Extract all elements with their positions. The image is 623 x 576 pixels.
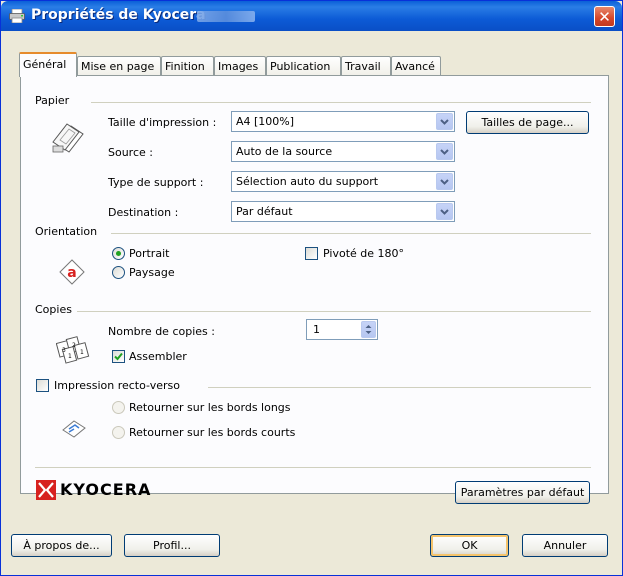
portrait-label[interactable]: Portrait xyxy=(129,247,169,260)
paper-group-label: Papier xyxy=(35,94,74,107)
duplex-label[interactable]: Impression recto-verso xyxy=(54,379,180,392)
chevron-down-icon[interactable] xyxy=(436,143,453,160)
title-bar[interactable]: Propriétés de Kyocera ✕ xyxy=(1,1,622,31)
tab-job[interactable]: Travail xyxy=(341,56,391,76)
short-edge-radio[interactable] xyxy=(112,426,125,439)
collate-label[interactable]: Assembler xyxy=(129,350,187,363)
orientation-group-label: Orientation xyxy=(35,225,102,238)
profile-button[interactable]: Profil... xyxy=(124,534,220,557)
properties-window: Propriétés de Kyocera ✕ Général Mise en … xyxy=(0,0,623,576)
printer-icon xyxy=(9,8,25,24)
rotate-180-label[interactable]: Pivoté de 180° xyxy=(323,247,404,260)
tab-layout[interactable]: Mise en page xyxy=(77,56,161,76)
copies-group-label: Copies xyxy=(35,303,76,316)
tab-advanced[interactable]: Avancé xyxy=(391,56,441,76)
tab-general[interactable]: Général xyxy=(19,52,77,77)
cancel-button[interactable]: Annuler xyxy=(522,534,608,557)
close-icon: ✕ xyxy=(598,8,611,26)
kyocera-logo xyxy=(36,480,56,503)
footer-divider xyxy=(35,467,591,468)
page-sizes-button[interactable]: Tailles de page... xyxy=(466,111,589,134)
landscape-label[interactable]: Paysage xyxy=(129,266,175,279)
duplex-group-line xyxy=(208,387,591,388)
media-type-select[interactable]: Sélection auto du support xyxy=(231,171,455,192)
paper-icon xyxy=(51,120,89,157)
paper-size-select[interactable]: A4 [100%] xyxy=(231,111,455,132)
svg-text:1: 1 xyxy=(80,349,84,356)
spinner-arrows[interactable] xyxy=(361,321,376,338)
tab-publishing[interactable]: Publication xyxy=(266,56,341,76)
destination-label: Destination : xyxy=(108,206,179,219)
short-edge-label[interactable]: Retourner sur les bords courts xyxy=(129,426,295,439)
tab-images[interactable]: Images xyxy=(214,56,266,76)
paper-size-label: Taille d'impression : xyxy=(108,116,217,129)
kyocera-logo-text: KYOCERA xyxy=(60,480,152,499)
media-type-label: Type de support : xyxy=(108,176,204,189)
copies-count-label: Nombre de copies : xyxy=(108,325,215,338)
chevron-down-icon[interactable] xyxy=(436,113,453,130)
tab-finishing[interactable]: Finition xyxy=(161,56,214,76)
chevron-down-icon[interactable] xyxy=(436,173,453,190)
about-button[interactable]: À propos de... xyxy=(11,534,112,557)
copies-count-value[interactable]: 1 xyxy=(313,323,320,336)
destination-select[interactable]: Par défaut xyxy=(231,201,455,222)
orientation-group-line xyxy=(111,233,591,234)
svg-text:3: 3 xyxy=(62,347,66,354)
close-button[interactable]: ✕ xyxy=(594,6,615,27)
source-select[interactable]: Auto de la source xyxy=(231,141,455,162)
tab-panel-general xyxy=(20,75,609,494)
copies-group-line xyxy=(77,311,591,312)
svg-text:2: 2 xyxy=(72,342,76,349)
rotate-180-checkbox[interactable] xyxy=(305,247,318,260)
source-label: Source : xyxy=(108,146,153,159)
svg-text:a: a xyxy=(67,265,76,281)
collate-checkbox[interactable] xyxy=(112,350,125,363)
long-edge-radio[interactable] xyxy=(112,401,125,414)
portrait-orientation-icon: a xyxy=(57,257,87,290)
redacted-model-name xyxy=(197,11,255,22)
long-edge-label[interactable]: Retourner sur les bords longs xyxy=(129,401,291,414)
duplex-checkbox[interactable] xyxy=(36,379,49,392)
chevron-down-icon[interactable] xyxy=(436,203,453,220)
copies-count-spinner[interactable]: 1 xyxy=(306,319,378,340)
duplex-icon xyxy=(61,418,87,443)
portrait-radio[interactable] xyxy=(112,247,125,260)
restore-defaults-button[interactable]: Paramètres par défaut xyxy=(455,481,590,504)
window-title: Propriétés de Kyocera xyxy=(31,7,206,23)
collate-icon: 3 2 1 1 xyxy=(55,334,96,369)
ok-button[interactable]: OK xyxy=(430,534,509,557)
paper-group-line xyxy=(91,102,591,103)
landscape-radio[interactable] xyxy=(112,266,125,279)
svg-text:1: 1 xyxy=(68,353,72,360)
